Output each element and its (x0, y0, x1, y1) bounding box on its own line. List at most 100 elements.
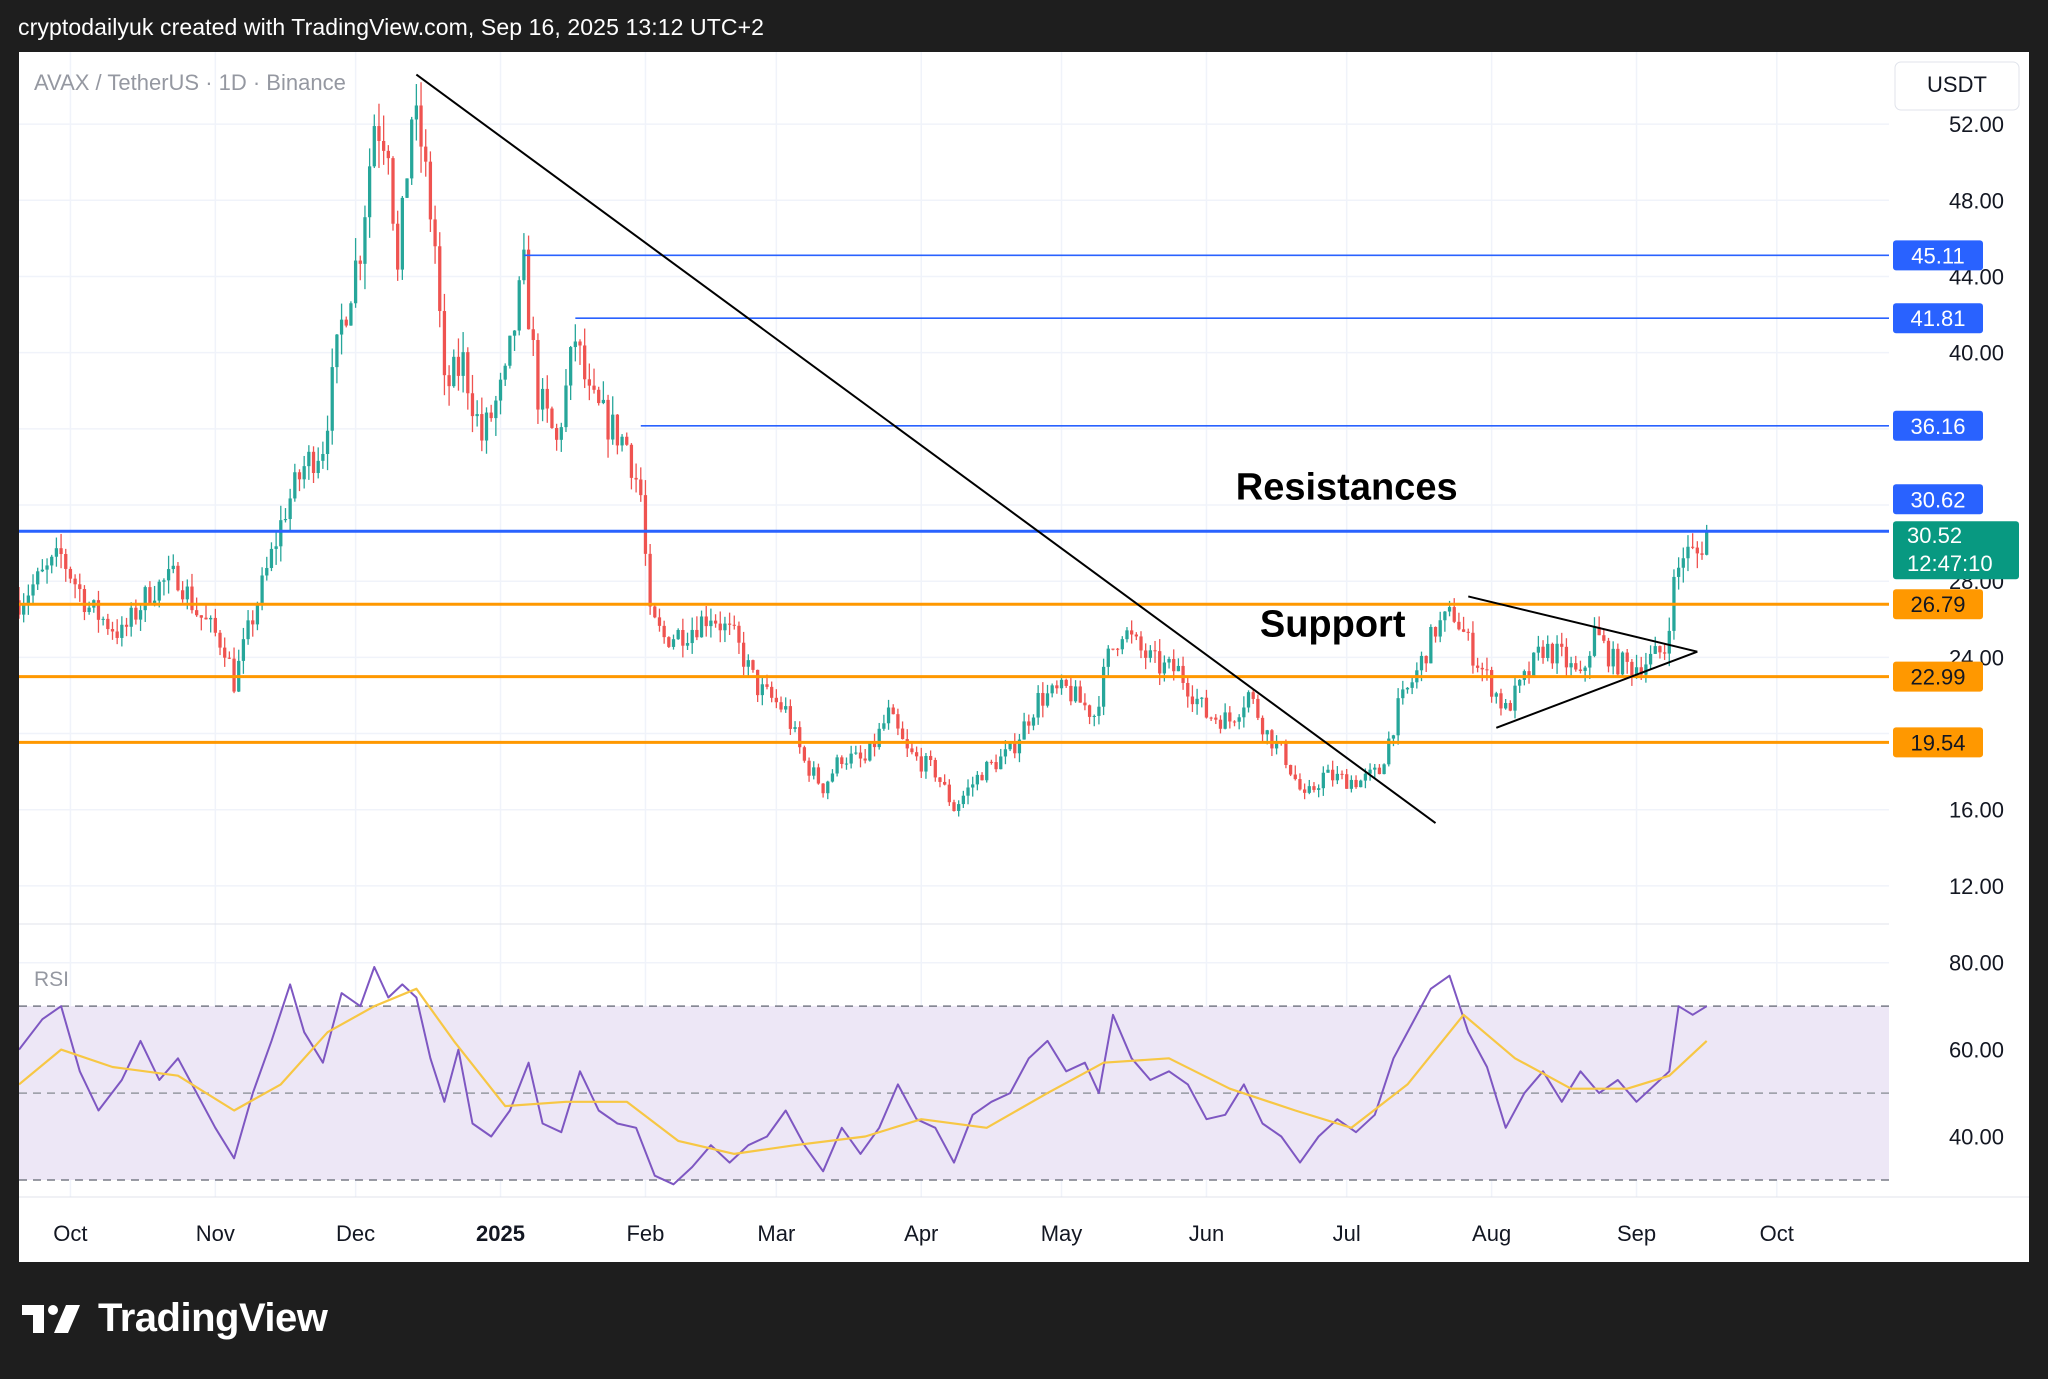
level-badge-text: 26.79 (1910, 592, 1965, 617)
candle-body (321, 454, 325, 461)
candle-body (849, 753, 853, 764)
candle-body (1644, 664, 1648, 675)
candle-body (396, 223, 400, 270)
candle-body (1251, 692, 1255, 699)
candle-body (241, 639, 246, 661)
candle-body (1256, 698, 1260, 718)
candle (1359, 779, 1363, 788)
candle-body (269, 548, 274, 568)
candle-body (1461, 629, 1466, 632)
level-badge-text: 41.81 (1910, 306, 1965, 331)
candle-body (718, 623, 722, 631)
candle (349, 301, 353, 326)
candle-body (1260, 717, 1265, 735)
candle (410, 116, 414, 185)
candle-body (377, 126, 381, 141)
candle-body (1284, 743, 1288, 765)
candle-body (947, 784, 951, 803)
candle-body (1167, 658, 1171, 663)
annotation-resistances: Resistances (1236, 466, 1458, 508)
candle-body (583, 345, 587, 380)
candle-body (143, 587, 147, 611)
tradingview-logo-icon (22, 1304, 80, 1333)
time-tick-label: Mar (757, 1221, 795, 1246)
candle-body (1377, 767, 1382, 775)
level-badge-text: 45.11 (1911, 243, 1964, 268)
candle-body (554, 427, 559, 440)
candle-body (410, 119, 414, 179)
candle-body (1073, 686, 1078, 702)
candle-body (643, 495, 648, 554)
candle-body (667, 637, 671, 647)
current-price-value: 30.52 (1907, 523, 1962, 548)
candle-body (1228, 712, 1232, 722)
candle-body (816, 767, 821, 784)
candle-body (629, 444, 634, 478)
candle-body (1662, 652, 1667, 654)
candle-body (957, 804, 961, 811)
candle-body (807, 760, 811, 776)
candle-body (209, 617, 213, 620)
candle-body (1265, 730, 1269, 735)
candle-body (1541, 646, 1545, 658)
candle-body (1130, 630, 1134, 635)
candle-body (405, 178, 409, 198)
candle-body (87, 607, 91, 613)
candle-body (1144, 650, 1148, 658)
candle-body (400, 197, 404, 270)
candle-body (1087, 705, 1092, 717)
candle-body (985, 761, 989, 781)
candle-body (1443, 611, 1447, 621)
candle-body (1648, 653, 1653, 665)
candle-body (793, 727, 797, 729)
candle-body (886, 707, 891, 724)
candle-body (1681, 558, 1685, 568)
candle-body (1078, 686, 1082, 703)
candle-body (1676, 567, 1681, 577)
candle-body (741, 642, 746, 667)
candle-body (265, 567, 269, 576)
candle-body (840, 757, 844, 764)
candle-body (447, 375, 451, 387)
candle-body (461, 352, 465, 376)
candle-body (1092, 715, 1096, 717)
candle-body (124, 624, 129, 627)
candle-body (1321, 772, 1325, 789)
time-tick-label: Dec (336, 1221, 375, 1246)
candle-body (68, 568, 73, 579)
candle-body (751, 660, 755, 670)
candle-body (1190, 696, 1195, 705)
candle-body (587, 379, 591, 386)
candle-body (1354, 779, 1358, 788)
candle-body (601, 399, 606, 404)
chart-header-caption: cryptodailyuk created with TradingView.c… (18, 14, 764, 40)
candle-body (798, 727, 802, 748)
candle (1288, 764, 1293, 777)
candle-body (372, 126, 376, 167)
price-tick-label: 52.00 (1949, 112, 2004, 137)
time-tick-label: Feb (626, 1221, 664, 1246)
candle-body (1405, 687, 1410, 690)
candle-body (615, 414, 620, 446)
candle-body (746, 660, 750, 667)
candle (405, 178, 409, 199)
tradingview-brand[interactable]: TradingView (22, 1296, 328, 1341)
candle-body (452, 356, 456, 387)
currency-label-text: USDT (1927, 72, 1987, 97)
level-badge-text: 36.16 (1910, 414, 1965, 439)
annotation-support: Support (1260, 603, 1406, 645)
candle-body (382, 140, 386, 151)
candle-body (283, 519, 288, 521)
chart-canvas[interactable]: AVAX / TetherUS · 1D · Binance Resistance… (19, 52, 2029, 1262)
candle-body (788, 706, 793, 729)
candle-body (690, 629, 694, 644)
rsi-tick-label: 40.00 (1949, 1125, 2004, 1150)
candle-body (699, 616, 704, 638)
candle-body (1195, 698, 1199, 705)
candle-body (704, 616, 708, 627)
candle-body (185, 586, 189, 600)
candle-body (391, 158, 395, 224)
candle (1532, 652, 1536, 678)
candle-body (344, 319, 348, 326)
candle-body (1045, 693, 1050, 706)
